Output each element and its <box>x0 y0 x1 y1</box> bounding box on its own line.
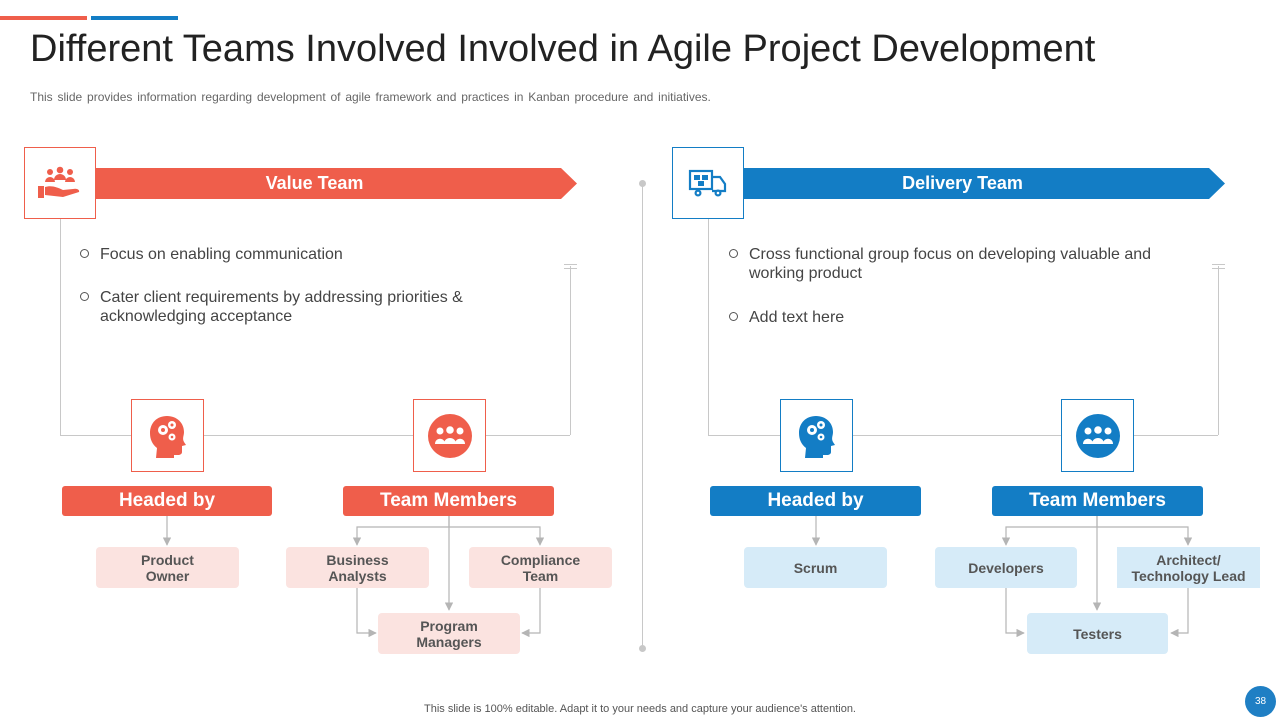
group-people-icon <box>1075 413 1120 458</box>
pill-label: Headed by <box>767 490 864 511</box>
node-label: Developers <box>968 559 1044 576</box>
node-label: Testers <box>1073 625 1122 642</box>
value-node-product-owner: Product Owner <box>96 547 239 588</box>
connector-arrows <box>162 516 1193 638</box>
node-label: Product Owner <box>141 551 194 584</box>
value-team-members-pill: Team Members <box>343 486 554 516</box>
node-label: Scrum <box>793 559 838 576</box>
bullet-mark <box>729 249 738 258</box>
page-number: 38 <box>1254 696 1267 707</box>
bullet-mark <box>729 312 738 321</box>
value-team-title: Value Team <box>265 173 364 193</box>
delivery-bracket-cap <box>1212 264 1225 265</box>
delivery-team-banner: Delivery Team <box>740 168 1225 199</box>
pill-label: Headed by <box>118 490 216 511</box>
head-gears-icon <box>149 415 186 458</box>
value-node-compliance-team: Compliance Team <box>469 547 612 588</box>
node-label: Architect/ Technology Lead <box>1131 551 1246 584</box>
node-label: Compliance Team <box>500 551 581 584</box>
bullet-text: Cater client requirements by addressing … <box>100 289 463 325</box>
delivery-node-architect: Architect/ Technology Lead <box>1117 547 1260 588</box>
delivery-team-members-pill: Team Members <box>992 486 1203 516</box>
bullet-text: Add text here <box>749 309 845 326</box>
footer-note: This slide is 100% editable. Adapt it to… <box>424 703 856 715</box>
hand-holding-people-icon <box>38 166 80 198</box>
value-headed-by-pill: Headed by <box>62 486 272 516</box>
delivery-bullet-2: Add text here <box>729 308 1169 327</box>
bullet-mark <box>80 292 89 301</box>
value-headed-icon-box <box>131 399 204 472</box>
pill-label: Team Members <box>380 490 517 511</box>
value-bullet-2: Cater client requirements by addressing … <box>80 288 500 326</box>
delivery-truck-icon <box>688 169 727 197</box>
node-label: Business Analysts <box>326 551 389 584</box>
page-number-badge: 38 <box>1245 686 1276 717</box>
delivery-members-icon-box <box>1061 399 1134 472</box>
value-bullet-1: Focus on enabling communication <box>80 245 520 264</box>
delivery-headed-icon-box <box>780 399 853 472</box>
value-members-icon-box <box>413 399 486 472</box>
value-node-program-managers: Program Managers <box>378 613 520 654</box>
delivery-team-icon-box <box>672 147 744 219</box>
delivery-bullet-1: Cross functional group focus on developi… <box>729 245 1169 283</box>
value-bracket-cap-2 <box>564 268 577 269</box>
bullet-text: Cross functional group focus on developi… <box>749 246 1152 282</box>
bullet-mark <box>80 249 89 258</box>
value-team-banner: Value Team <box>92 168 577 199</box>
value-right-bracket <box>570 266 571 435</box>
node-label: Program Managers <box>416 617 482 650</box>
delivery-team-title: Delivery Team <box>902 173 1023 193</box>
delivery-node-scrum: Scrum <box>744 547 887 588</box>
value-bracket-cap <box>564 264 577 265</box>
bullet-text: Focus on enabling communication <box>100 246 343 263</box>
group-people-icon <box>427 413 472 458</box>
delivery-left-bracket <box>708 219 709 435</box>
delivery-node-developers: Developers <box>935 547 1077 588</box>
value-left-bracket <box>60 219 61 435</box>
value-node-business-analysts: Business Analysts <box>286 547 429 588</box>
pill-label: Team Members <box>1029 490 1166 511</box>
delivery-bracket-cap-2 <box>1212 268 1225 269</box>
delivery-right-bracket <box>1218 266 1219 435</box>
delivery-headed-by-pill: Headed by <box>710 486 921 516</box>
head-gears-icon <box>798 415 835 458</box>
value-team-icon-box <box>24 147 96 219</box>
delivery-node-testers: Testers <box>1027 613 1168 654</box>
